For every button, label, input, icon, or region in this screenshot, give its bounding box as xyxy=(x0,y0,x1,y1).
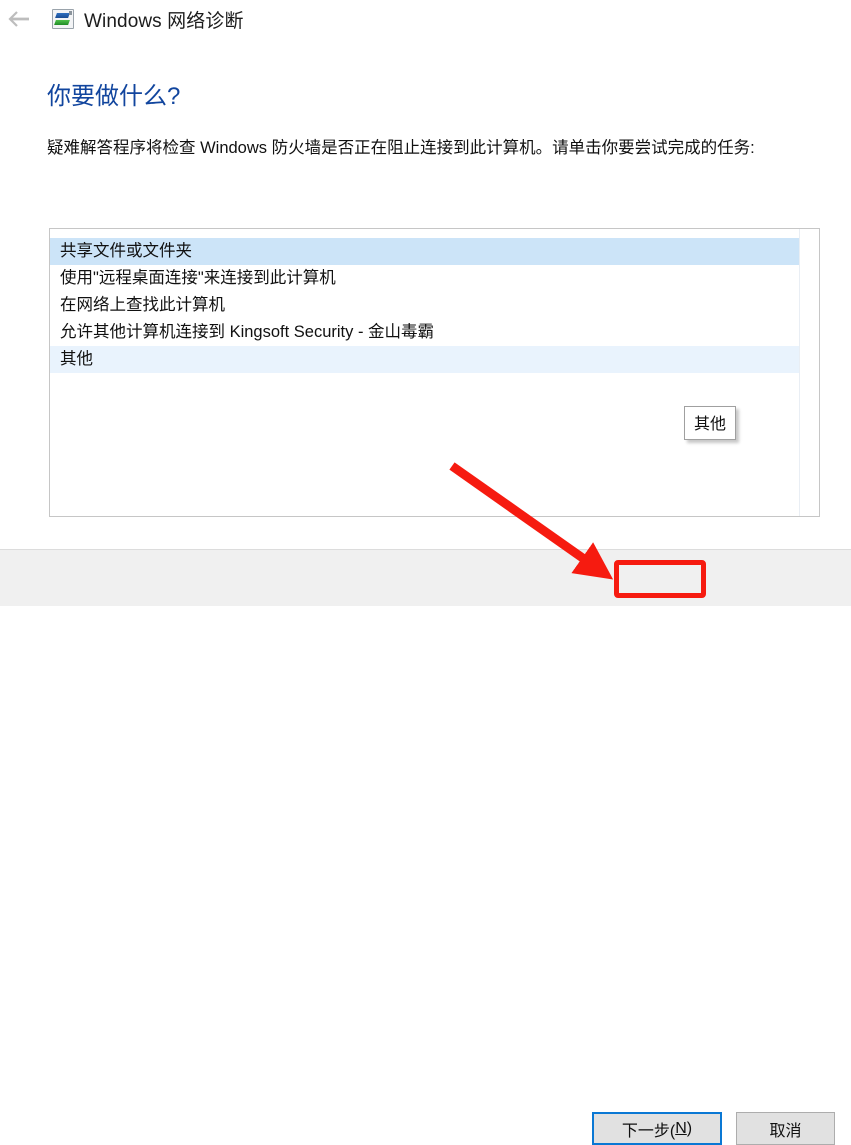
list-item[interactable]: 允许其他计算机连接到 Kingsoft Security - 金山毒霸 xyxy=(50,319,799,346)
network-diagnostic-icon xyxy=(52,9,74,29)
footer-bar: 下一步(N) 取消 xyxy=(0,550,851,1145)
list-item-label: 允许其他计算机连接到 Kingsoft Security - 金山毒霸 xyxy=(60,323,435,341)
tooltip-label: 其他 xyxy=(694,416,727,433)
tooltip: 其他 xyxy=(684,406,737,440)
next-button-label-end: ) xyxy=(686,1119,693,1137)
list-item[interactable]: 在网络上查找此计算机 xyxy=(50,292,799,319)
list-item[interactable]: 使用"远程桌面连接"来连接到此计算机 xyxy=(50,265,799,292)
back-button[interactable] xyxy=(4,2,38,36)
cancel-button-label: 取消 xyxy=(769,1122,802,1140)
next-button[interactable]: 下一步(N) xyxy=(592,1112,722,1145)
icon-corner-dot xyxy=(69,11,72,15)
list-item-label: 其他 xyxy=(60,350,93,368)
task-list: 共享文件或文件夹 使用"远程桌面连接"来连接到此计算机 在网络上查找此计算机 允… xyxy=(50,229,799,516)
page-title: 你要做什么? xyxy=(47,83,181,110)
back-arrow-icon xyxy=(8,11,29,27)
task-listbox[interactable]: 共享文件或文件夹 使用"远程桌面连接"来连接到此计算机 在网络上查找此计算机 允… xyxy=(49,228,820,517)
list-item-label: 使用"远程桌面连接"来连接到此计算机 xyxy=(60,269,336,287)
list-item-label: 共享文件或文件夹 xyxy=(60,242,192,260)
icon-blue-bar xyxy=(55,13,70,18)
list-item-label: 在网络上查找此计算机 xyxy=(60,296,225,314)
window-title: Windows 网络诊断 xyxy=(84,10,244,32)
list-item[interactable]: 其他 xyxy=(50,346,799,373)
list-scrollbar[interactable] xyxy=(799,229,819,516)
title-bar: Windows 网络诊断 xyxy=(0,0,851,38)
cancel-button[interactable]: 取消 xyxy=(736,1112,835,1145)
next-button-accelerator: N xyxy=(675,1119,687,1137)
next-button-label: 下一步( xyxy=(621,1122,676,1140)
list-item[interactable]: 共享文件或文件夹 xyxy=(50,238,799,265)
page-description: 疑难解答程序将检查 Windows 防火墙是否正在阻止连接到此计算机。请单击你要… xyxy=(47,139,755,157)
icon-green-bar xyxy=(54,20,70,25)
content-area: 你要做什么? 疑难解答程序将检查 Windows 防火墙是否正在阻止连接到此计算… xyxy=(0,38,851,549)
